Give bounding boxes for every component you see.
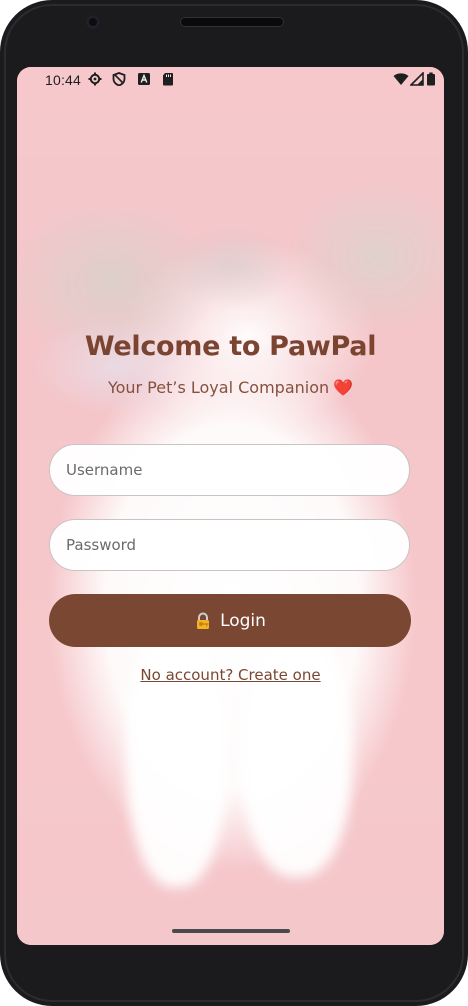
heart-icon: ❤️ [333,378,354,397]
page-subtitle: Your Pet’s Loyal Companion ❤️ [17,378,444,397]
create-account-link[interactable]: No account? Create one [17,666,444,684]
phone-frame: 10:44 Welcome to PawPal Your Pet’s Loyal… [0,0,468,1006]
password-input[interactable] [49,519,410,571]
earpiece-speaker [180,17,284,27]
login-button-label: Login [220,610,266,631]
login-form: Welcome to PawPal Your Pet’s Loyal Compa… [17,67,444,945]
subtitle-text: Your Pet’s Loyal Companion [107,378,330,397]
front-camera [86,15,100,29]
home-indicator[interactable] [172,929,290,933]
page-title: Welcome to PawPal [84,331,377,362]
lock-with-key-icon [194,612,212,630]
username-input[interactable] [49,444,410,496]
login-button[interactable]: Login [49,594,411,647]
app-screen: 10:44 Welcome to PawPal Your Pet’s Loyal… [17,67,444,945]
